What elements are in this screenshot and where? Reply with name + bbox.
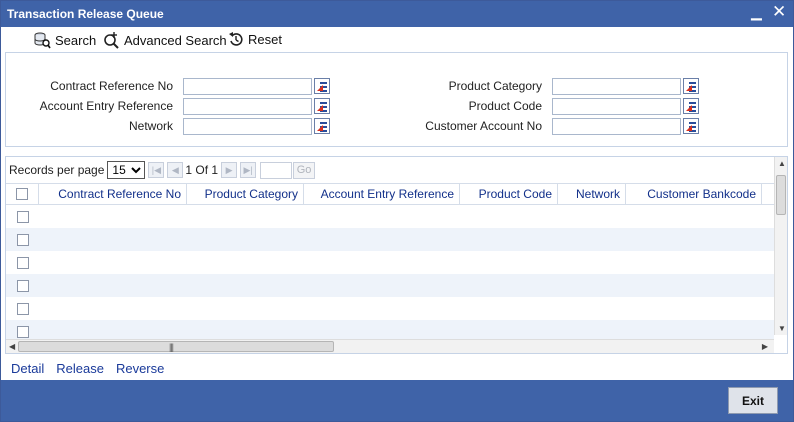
reverse-link[interactable]: Reverse xyxy=(116,361,164,376)
contract-reference-label: Contract Reference No xyxy=(50,79,173,93)
select-all-cell xyxy=(6,184,39,204)
reset-icon xyxy=(229,32,243,46)
transaction-release-queue-window: Transaction Release Queue ▁ ✕ Search Adv… xyxy=(0,0,794,422)
results-grid: Records per page 15 |◀ ◀ 1 Of 1 ▶ ▶| Go … xyxy=(5,156,788,354)
reset-button[interactable]: Reset xyxy=(228,31,282,47)
last-page-icon[interactable]: ▶| xyxy=(240,162,257,178)
window-title: Transaction Release Queue xyxy=(7,7,164,21)
first-page-icon[interactable]: |◀ xyxy=(148,162,165,178)
page-info: 1 Of 1 xyxy=(185,163,219,177)
customer-account-no-row: Customer Account No xyxy=(382,117,699,135)
records-per-page-label: Records per page xyxy=(9,163,105,177)
vertical-scroll-thumb[interactable] xyxy=(776,175,786,215)
advanced-search-button-label: Advanced Search xyxy=(124,32,227,48)
contract-reference-input[interactable] xyxy=(183,77,312,95)
product-code-row: Product Code xyxy=(382,97,699,115)
product-category-input[interactable] xyxy=(552,77,681,95)
product-code-input[interactable] xyxy=(552,97,681,115)
account-entry-reference-row: Account Entry Reference xyxy=(13,97,330,115)
toolbar: Search Advanced Search Reset xyxy=(1,27,793,51)
table-row xyxy=(6,228,774,251)
scroll-down-icon[interactable]: ▼ xyxy=(778,324,786,333)
customer-account-no-input[interactable] xyxy=(552,117,681,135)
reset-button-label: Reset xyxy=(248,31,282,47)
pager: Records per page 15 |◀ ◀ 1 Of 1 ▶ ▶| Go xyxy=(6,157,787,183)
close-icon[interactable]: ✕ xyxy=(772,2,786,22)
list-of-values-icon[interactable] xyxy=(683,78,699,94)
action-links: Detail Release Reverse xyxy=(11,361,164,376)
table-row xyxy=(6,297,774,320)
vertical-scrollbar[interactable]: ▲ ▼ xyxy=(774,157,787,335)
search-button[interactable]: Search xyxy=(33,31,96,49)
scroll-up-icon[interactable]: ▲ xyxy=(778,159,786,168)
column-header[interactable]: Customer Bankcode xyxy=(626,183,762,205)
table-row xyxy=(6,251,774,274)
row-checkbox[interactable] xyxy=(16,256,29,269)
account-entry-reference-input[interactable] xyxy=(183,97,312,115)
footer-bar: Exit xyxy=(1,380,793,421)
select-all-checkbox[interactable] xyxy=(16,188,28,200)
search-button-label: Search xyxy=(55,32,97,48)
list-of-values-icon[interactable] xyxy=(683,118,699,134)
list-of-values-icon[interactable] xyxy=(314,118,330,134)
list-of-values-icon[interactable] xyxy=(314,98,330,114)
search-icon xyxy=(34,32,51,49)
horizontal-scroll-thumb[interactable]: ||| xyxy=(18,341,334,352)
contract-reference-row: Contract Reference No xyxy=(13,77,330,95)
previous-page-icon[interactable]: ◀ xyxy=(167,162,184,178)
exit-button[interactable]: Exit xyxy=(728,387,778,414)
list-of-values-icon[interactable] xyxy=(683,98,699,114)
scroll-left-icon[interactable]: ◀ xyxy=(9,342,15,351)
product-category-label: Product Category xyxy=(448,79,542,93)
release-link[interactable]: Release xyxy=(56,361,104,376)
scroll-right-icon[interactable]: ▶ xyxy=(762,342,768,351)
row-checkbox[interactable] xyxy=(16,210,29,223)
column-header[interactable]: Product Category xyxy=(187,183,304,205)
advanced-search-icon xyxy=(104,32,119,49)
column-header[interactable]: Account Entry Reference xyxy=(304,183,460,205)
network-label: Network xyxy=(128,119,173,133)
minimize-icon[interactable]: ▁ xyxy=(751,4,762,21)
title-bar: Transaction Release Queue ▁ ✕ xyxy=(1,1,793,27)
horizontal-scrollbar[interactable]: ◀ ||| ▶ xyxy=(6,339,774,353)
product-category-row: Product Category xyxy=(382,77,699,95)
list-of-values-icon[interactable] xyxy=(314,78,330,94)
product-code-label: Product Code xyxy=(468,99,542,113)
row-checkbox[interactable] xyxy=(16,279,29,292)
column-header[interactable]: Contract Reference No xyxy=(39,183,187,205)
column-header[interactable]: Product Code xyxy=(460,183,558,205)
row-checkbox[interactable] xyxy=(16,233,29,246)
next-page-icon[interactable]: ▶ xyxy=(221,162,238,178)
row-checkbox[interactable] xyxy=(16,325,29,338)
advanced-search-button[interactable]: Advanced Search xyxy=(102,31,227,49)
row-checkbox[interactable] xyxy=(16,302,29,315)
column-header[interactable]: Network xyxy=(558,183,626,205)
network-input[interactable] xyxy=(183,117,312,135)
account-entry-reference-label: Account Entry Reference xyxy=(39,99,173,113)
search-criteria-panel: Contract Reference No Account Entry Refe… xyxy=(5,52,788,147)
results-table: Contract Reference No Product Category A… xyxy=(6,183,774,343)
goto-page-input[interactable] xyxy=(260,161,293,179)
customer-account-no-label: Customer Account No xyxy=(425,119,542,133)
table-row xyxy=(6,274,774,297)
records-per-page-select[interactable]: 15 xyxy=(107,161,146,179)
table-row xyxy=(6,205,774,228)
go-button[interactable]: Go xyxy=(293,161,316,179)
table-header: Contract Reference No Product Category A… xyxy=(6,183,774,205)
network-row: Network xyxy=(13,117,330,135)
detail-link[interactable]: Detail xyxy=(11,361,44,376)
